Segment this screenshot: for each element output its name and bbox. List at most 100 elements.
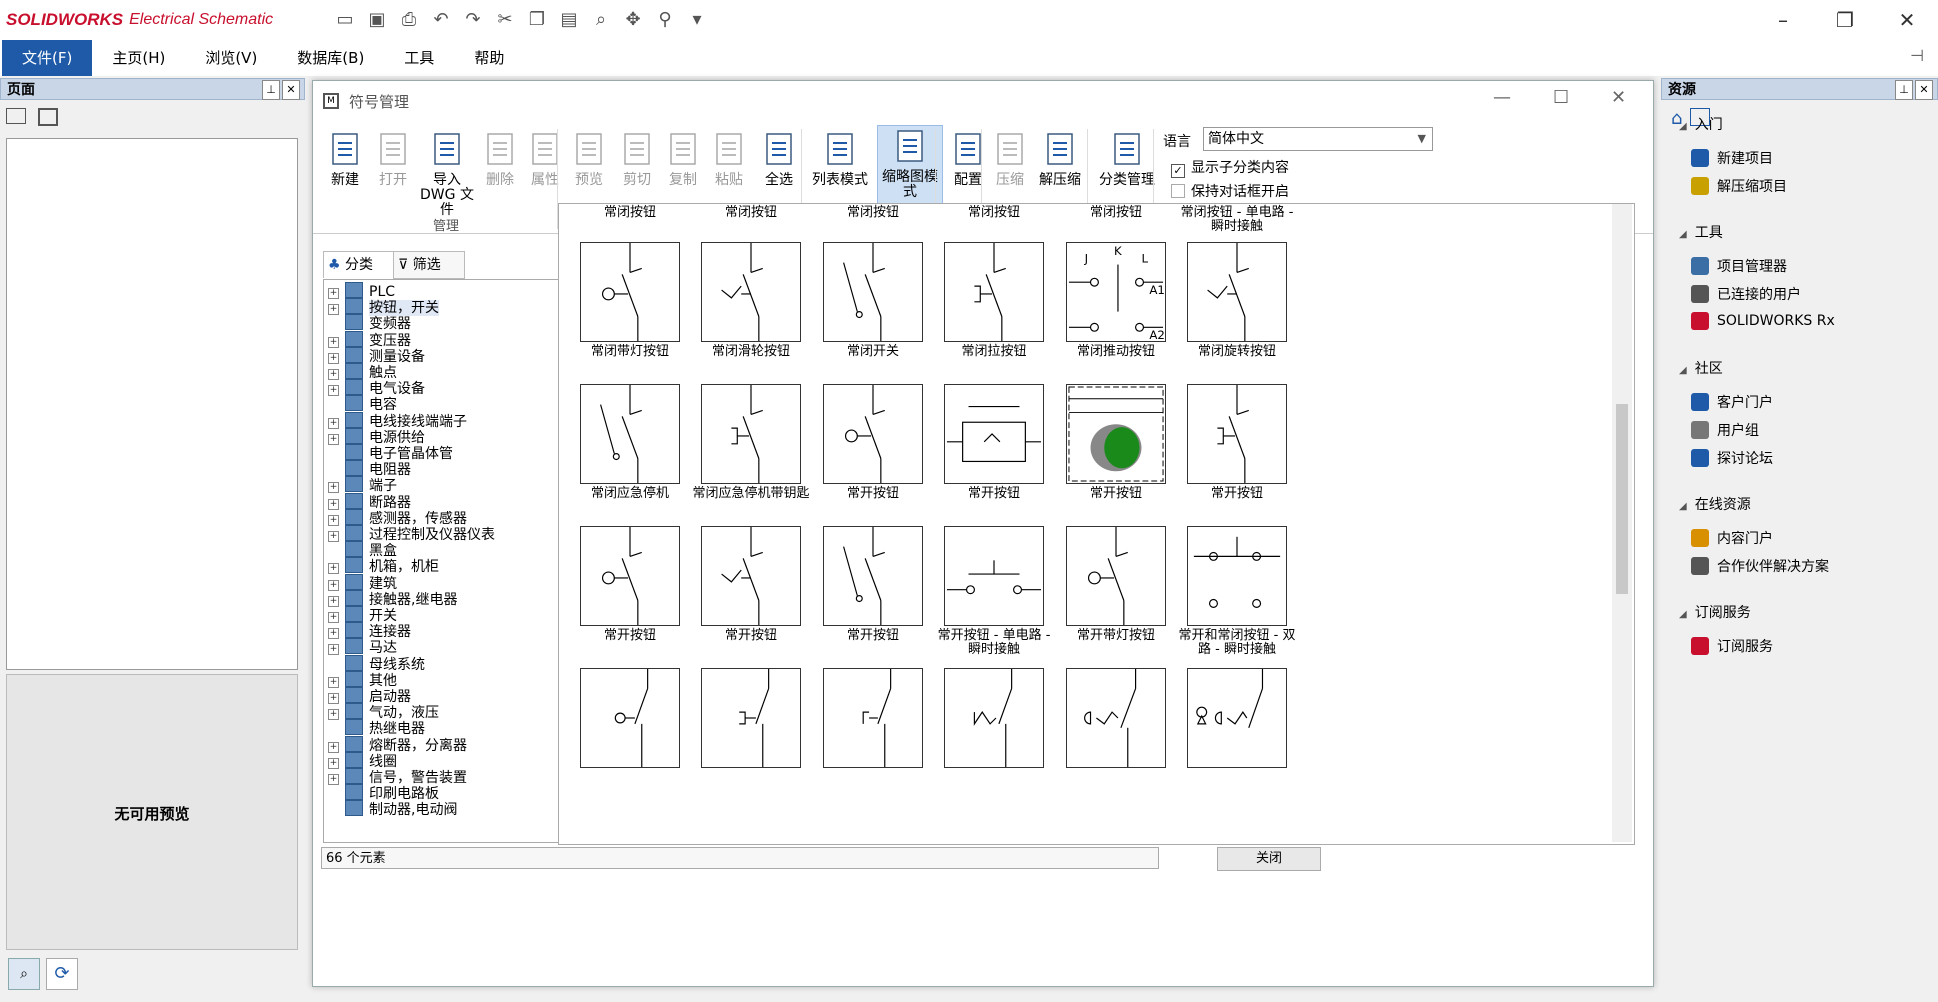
resource-link[interactable]: 订阅服务 bbox=[1691, 636, 1773, 656]
resource-link[interactable]: 项目管理器 bbox=[1691, 256, 1787, 276]
close-dialog-button[interactable]: 关闭 bbox=[1217, 847, 1321, 871]
paste-icon[interactable]: ▤ bbox=[558, 9, 580, 31]
close-button[interactable]: ✕ bbox=[1876, 0, 1938, 40]
preview-toggle-button[interactable]: ⌕ bbox=[8, 958, 40, 990]
menu-tools[interactable]: 工具 bbox=[384, 40, 454, 76]
pin-icon[interactable]: ⊣ bbox=[1910, 46, 1924, 65]
menu-file[interactable]: 文件(F) bbox=[2, 40, 93, 76]
symbol-tile[interactable]: 常开按钮 - 单电路 - 瞬时接触 bbox=[933, 526, 1055, 659]
search-icon[interactable]: ⚲ bbox=[654, 9, 676, 31]
symbol-tile[interactable] bbox=[1055, 668, 1177, 768]
resource-section-title: 订阅服务 bbox=[1694, 605, 1751, 621]
folder-icon bbox=[345, 444, 363, 460]
resource-link[interactable]: SOLIDWORKS Rx bbox=[1691, 312, 1835, 330]
restore-button[interactable]: ❐ bbox=[1814, 0, 1876, 40]
resource-link[interactable]: 已连接的用户 bbox=[1691, 284, 1801, 304]
symbol-tile[interactable]: 常闭应急停机 bbox=[569, 384, 691, 517]
ribbon-button-label: 粘贴 bbox=[715, 172, 743, 188]
symbol-tile[interactable] bbox=[933, 668, 1055, 768]
symbol-tile[interactable]: 常开按钮 bbox=[933, 384, 1055, 517]
symbol-tile[interactable]: 常开按钮 bbox=[569, 526, 691, 659]
open-icon[interactable]: ▭ bbox=[334, 9, 356, 31]
cut-icon[interactable]: ✂ bbox=[494, 9, 516, 31]
resource-section-header[interactable]: ◢ 在线资源 bbox=[1679, 494, 1751, 514]
resource-section-header[interactable]: ◢ 订阅服务 bbox=[1679, 602, 1751, 622]
resource-link[interactable]: 新建项目 bbox=[1691, 148, 1773, 168]
page-list[interactable] bbox=[6, 138, 298, 670]
symbol-tile[interactable]: 常闭开关 bbox=[812, 242, 934, 375]
undo-icon[interactable]: ↶ bbox=[430, 9, 452, 31]
resource-link[interactable]: 探讨论坛 bbox=[1691, 448, 1773, 468]
symbol-tile[interactable]: 常开带灯按钮 bbox=[1055, 526, 1177, 659]
resource-link[interactable]: 用户组 bbox=[1691, 420, 1759, 440]
symbol-thumbnail bbox=[701, 242, 801, 342]
refresh-button[interactable]: ⟳ bbox=[46, 958, 78, 990]
grid-scroll-thumb[interactable] bbox=[1616, 404, 1628, 594]
symbol-tile[interactable]: 常闭应急停机带钥匙 bbox=[690, 384, 812, 517]
symbol-thumbnail bbox=[1187, 668, 1287, 768]
symbol-thumbnail bbox=[580, 384, 680, 484]
menu-database[interactable]: 数据库(B) bbox=[277, 40, 384, 76]
symbol-tile[interactable]: 常开按钮 bbox=[812, 384, 934, 517]
symbol-tile[interactable]: 常开按钮 bbox=[1055, 384, 1177, 517]
symbol-tile[interactable] bbox=[812, 668, 934, 768]
menu-view[interactable]: 浏览(V) bbox=[185, 40, 277, 76]
ribbon-dwg-button[interactable]: 导入 DWG 文件 bbox=[415, 129, 479, 218]
pin-icon[interactable]: ⊥ bbox=[1895, 80, 1913, 100]
language-value: 简体中文 bbox=[1208, 131, 1264, 147]
tree-node[interactable]: 制动器,电动阀 bbox=[328, 800, 457, 820]
collapse-arrow-icon: ◢ bbox=[1679, 229, 1687, 240]
symbol-caption: 常闭按钮 bbox=[1089, 205, 1142, 220]
resource-link[interactable]: 合作伙伴解决方案 bbox=[1691, 556, 1829, 576]
pin-icon[interactable]: ⊥ bbox=[262, 80, 280, 100]
tab-filter[interactable]: ⊽ 筛选 bbox=[393, 251, 465, 279]
dialog-close-button[interactable]: ✕ bbox=[1611, 87, 1626, 108]
zoom-icon[interactable]: ⌕ bbox=[590, 9, 612, 31]
menu-home[interactable]: 主页(H) bbox=[92, 40, 185, 76]
symbol-tile[interactable]: 常开按钮 bbox=[812, 526, 934, 659]
folder-icon bbox=[345, 541, 363, 558]
resource-link[interactable]: 内容门户 bbox=[1691, 528, 1773, 548]
tab-category[interactable]: ♣ 分类 bbox=[323, 251, 399, 278]
close-icon[interactable]: ✕ bbox=[282, 80, 300, 100]
symbol-tile[interactable] bbox=[690, 668, 812, 768]
resource-section-header[interactable]: ◢ 工具 bbox=[1679, 222, 1723, 242]
dropdown-icon[interactable]: ▾ bbox=[686, 9, 708, 31]
symbol-tile[interactable] bbox=[1176, 668, 1298, 768]
pan-icon[interactable]: ✥ bbox=[622, 9, 644, 31]
minimize-button[interactable]: – bbox=[1752, 0, 1814, 40]
keep-open-checkbox[interactable]: 保持对话框开启 bbox=[1171, 181, 1289, 201]
symbol-tile[interactable]: 常闭拉按钮 bbox=[933, 242, 1055, 375]
symbol-caption: 常闭应急停机 bbox=[590, 486, 669, 501]
symbol-tile[interactable]: 常闭旋转按钮 bbox=[1176, 242, 1298, 375]
paste-icon bbox=[709, 129, 749, 169]
copy-icon[interactable]: ❐ bbox=[526, 9, 548, 31]
menu-help[interactable]: 帮助 bbox=[454, 40, 524, 76]
ribbon-doc-button[interactable]: 新建 bbox=[321, 129, 369, 215]
symbol-tile[interactable] bbox=[569, 668, 691, 768]
page-icon[interactable] bbox=[6, 108, 26, 124]
print-icon[interactable]: ⎙ bbox=[398, 9, 420, 31]
resource-link[interactable]: 客户门户 bbox=[1691, 392, 1773, 412]
redo-icon[interactable]: ↷ bbox=[462, 9, 484, 31]
ribbon-x-button[interactable]: 删除 bbox=[479, 129, 521, 215]
show-sub-checkbox[interactable]: ✓ 显示子分类内容 bbox=[1171, 157, 1289, 178]
tree-node-label: 制动器,电动阀 bbox=[369, 802, 458, 819]
menu-bar: 文件(F) 主页(H) 浏览(V) 数据库(B) 工具 帮助 bbox=[0, 40, 1938, 76]
symbol-tile[interactable]: 常开和常闭按钮 - 双路 - 瞬时接触 bbox=[1176, 526, 1298, 659]
save-icon[interactable]: ▣ bbox=[366, 9, 388, 31]
resource-section-header[interactable]: ◢ 社区 bbox=[1679, 358, 1723, 378]
dialog-minimize-button[interactable]: — bbox=[1493, 87, 1511, 108]
symbol-tile[interactable]: 常开按钮 bbox=[690, 526, 812, 659]
dialog-maximize-button[interactable]: ☐ bbox=[1553, 87, 1569, 108]
symbol-tile[interactable]: 常开按钮 bbox=[1176, 384, 1298, 517]
frame-icon[interactable] bbox=[38, 108, 58, 126]
symbol-tile[interactable]: 常闭滑轮按钮 bbox=[690, 242, 812, 375]
symbol-tile[interactable]: 常闭带灯按钮 bbox=[569, 242, 691, 375]
resource-section-header[interactable]: ◢ 入门 bbox=[1679, 114, 1723, 134]
close-icon[interactable]: ✕ bbox=[1915, 80, 1933, 100]
ribbon-folder-button[interactable]: 打开 bbox=[371, 129, 415, 215]
language-select[interactable]: 简体中文 ▼ bbox=[1203, 127, 1433, 151]
resource-link[interactable]: 解压缩项目 bbox=[1691, 176, 1787, 196]
symbol-tile[interactable]: J K L A1 A2 常闭推动按钮 bbox=[1055, 242, 1177, 375]
